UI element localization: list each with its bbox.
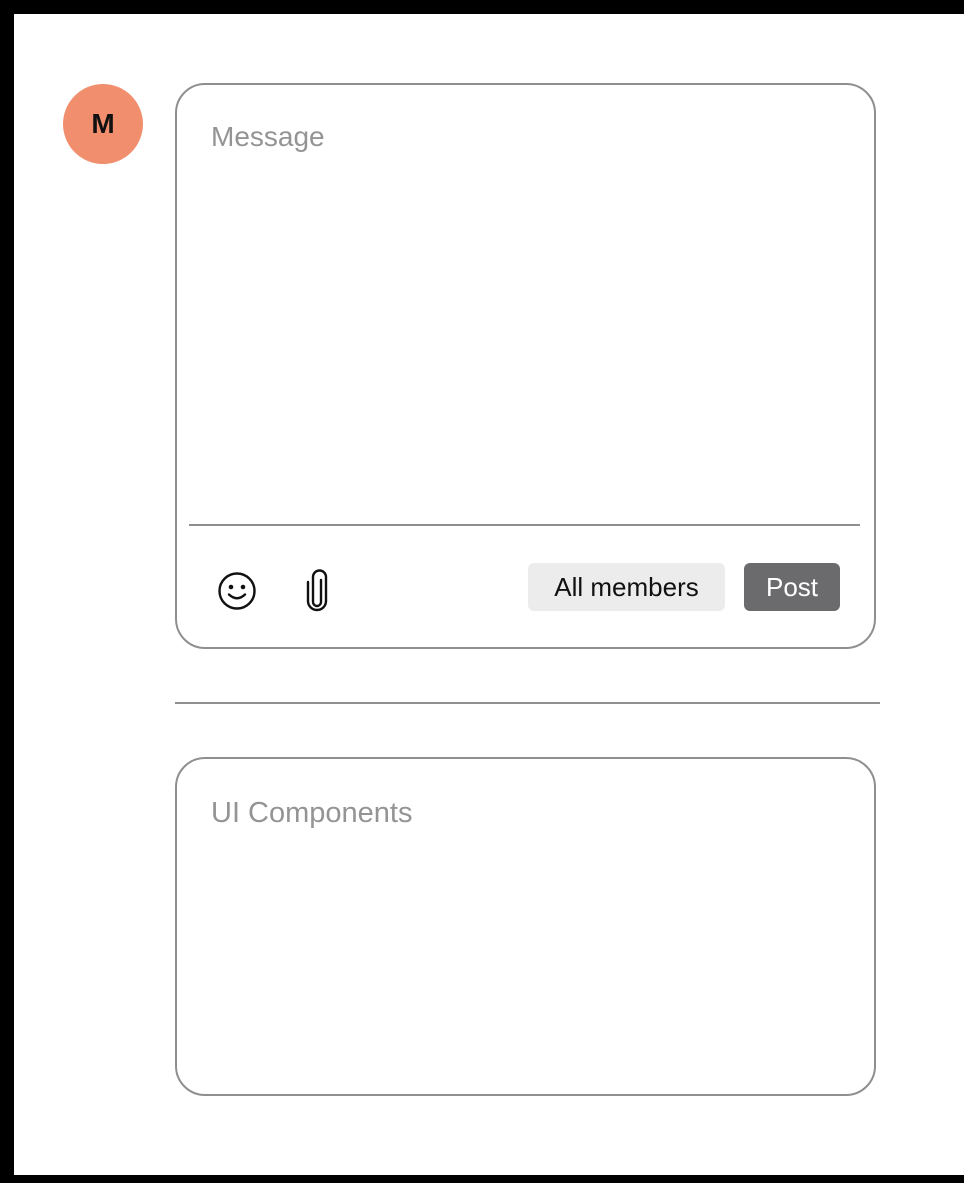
emoji-button[interactable] [215, 569, 259, 613]
message-composer: All members Post [175, 83, 876, 649]
ui-components-panel: UI Components [175, 757, 876, 1096]
smiley-face-icon [218, 572, 256, 610]
post-button[interactable]: Post [744, 563, 840, 611]
audience-select-button[interactable]: All members [528, 563, 725, 611]
app-frame: M All members Post UI Components [14, 14, 964, 1175]
avatar-initial: M [91, 108, 115, 139]
composer-divider [189, 524, 860, 526]
attach-button[interactable] [295, 569, 339, 613]
avatar: M [63, 84, 143, 164]
post-label: Post [765, 571, 819, 602]
audience-label: All members [554, 571, 699, 602]
message-input[interactable] [211, 121, 831, 501]
ui-components-title: UI Components [211, 797, 413, 829]
section-divider [175, 702, 880, 704]
paperclip-icon [306, 569, 328, 612]
